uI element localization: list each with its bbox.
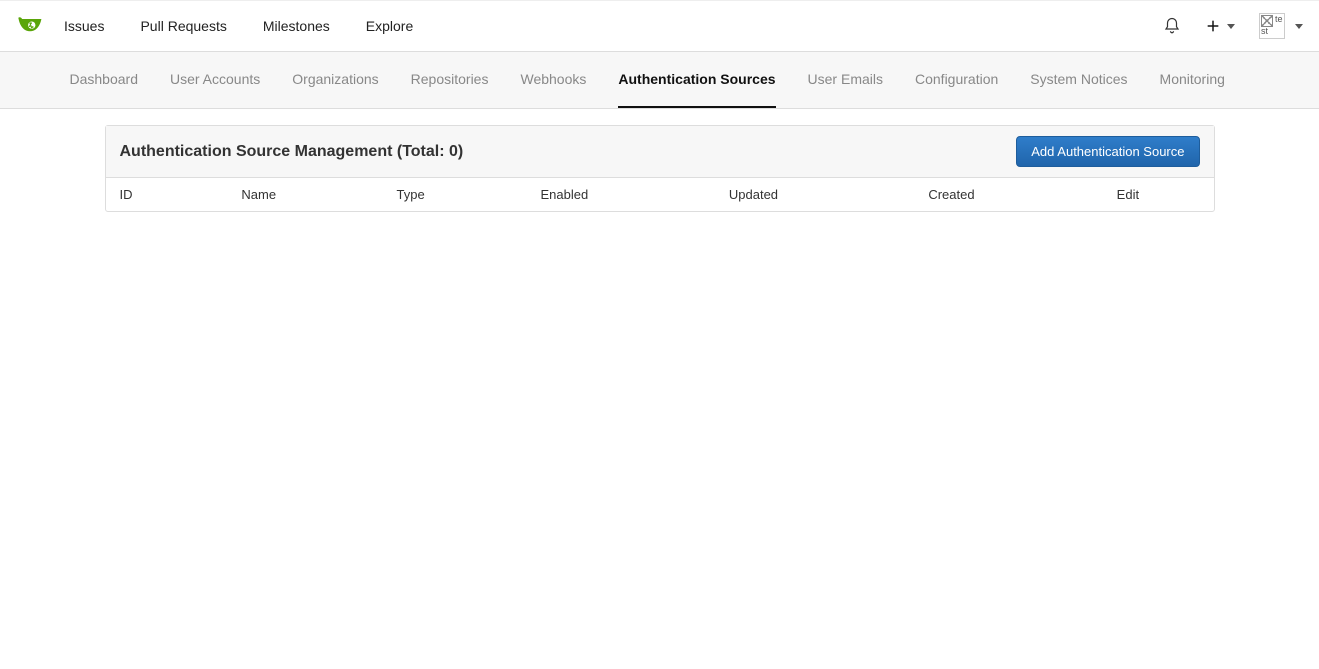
user-menu[interactable]: test: [1259, 13, 1303, 39]
chevron-down-icon: [1295, 24, 1303, 29]
col-created[interactable]: Created: [914, 178, 1102, 211]
tab-repositories[interactable]: Repositories: [411, 52, 489, 108]
auth-sources-table: ID Name Type Enabled Updated Created Edi…: [106, 178, 1214, 211]
top-nav-pull-requests[interactable]: Pull Requests: [140, 18, 226, 34]
col-enabled[interactable]: Enabled: [527, 178, 715, 211]
top-nav-issues[interactable]: Issues: [64, 18, 104, 34]
col-edit[interactable]: Edit: [1103, 178, 1214, 211]
topbar-right: test: [1163, 13, 1303, 39]
auth-sources-panel: Authentication Source Management (Total:…: [105, 125, 1215, 212]
chevron-down-icon: [1227, 24, 1235, 29]
main-content: Authentication Source Management (Total:…: [95, 125, 1225, 212]
col-name[interactable]: Name: [227, 178, 382, 211]
panel-header: Authentication Source Management (Total:…: [106, 126, 1214, 178]
top-nav: Issues Pull Requests Milestones Explore: [64, 18, 413, 34]
create-menu[interactable]: [1205, 18, 1235, 34]
tab-organizations[interactable]: Organizations: [292, 52, 378, 108]
tab-configuration[interactable]: Configuration: [915, 52, 998, 108]
tab-authentication-sources[interactable]: Authentication Sources: [618, 52, 775, 108]
col-id[interactable]: ID: [106, 178, 228, 211]
top-nav-milestones[interactable]: Milestones: [263, 18, 330, 34]
add-authentication-source-button[interactable]: Add Authentication Source: [1016, 136, 1199, 167]
notifications-button[interactable]: [1163, 17, 1181, 35]
panel-title: Authentication Source Management (Total:…: [120, 143, 464, 161]
tab-user-emails[interactable]: User Emails: [808, 52, 883, 108]
tab-user-accounts[interactable]: User Accounts: [170, 52, 260, 108]
col-type[interactable]: Type: [382, 178, 526, 211]
tab-system-notices[interactable]: System Notices: [1030, 52, 1127, 108]
admin-subnav: Dashboard User Accounts Organizations Re…: [0, 52, 1319, 109]
table-header-row: ID Name Type Enabled Updated Created Edi…: [106, 178, 1214, 211]
avatar: test: [1259, 13, 1285, 39]
tab-webhooks[interactable]: Webhooks: [520, 52, 586, 108]
tab-monitoring[interactable]: Monitoring: [1160, 52, 1225, 108]
col-updated[interactable]: Updated: [715, 178, 914, 211]
topbar: Issues Pull Requests Milestones Explore …: [0, 0, 1319, 52]
top-nav-explore[interactable]: Explore: [366, 18, 413, 34]
gitea-logo[interactable]: [16, 15, 44, 37]
tab-dashboard[interactable]: Dashboard: [70, 52, 139, 108]
